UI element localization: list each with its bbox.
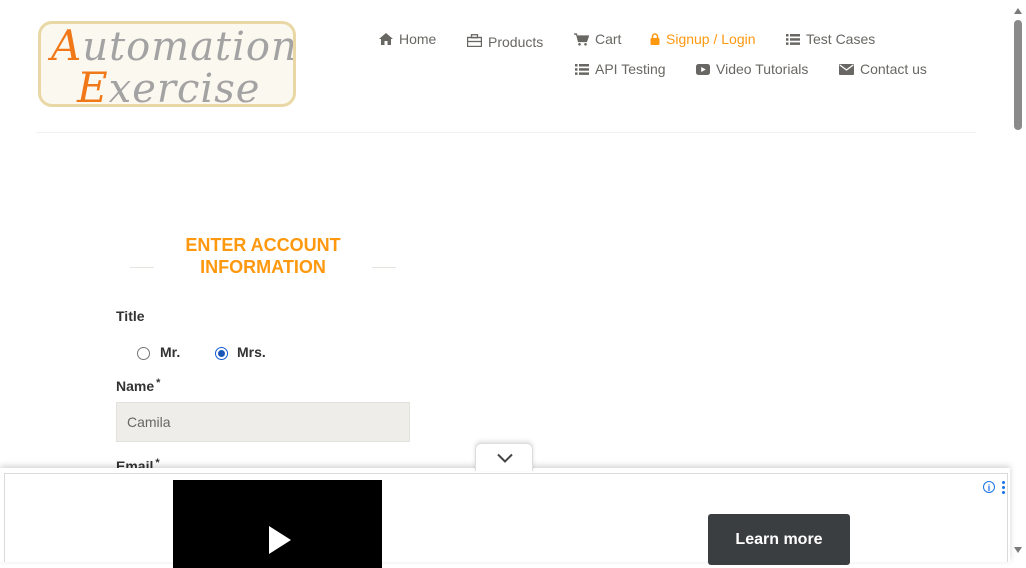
nav-cart-label: Cart bbox=[595, 31, 622, 47]
learn-more-button[interactable]: Learn more bbox=[708, 514, 850, 565]
radio-mr[interactable] bbox=[137, 347, 150, 360]
nav-cart[interactable]: Cart bbox=[574, 31, 621, 47]
nav-signup-login[interactable]: Signup / Login bbox=[650, 31, 756, 47]
nav-home[interactable]: Home bbox=[379, 31, 436, 47]
title-rule-right bbox=[372, 267, 396, 268]
nav-video-tutorials-label: Video Tutorials bbox=[716, 61, 809, 77]
play-icon[interactable] bbox=[269, 526, 291, 554]
nav-products-label: Products bbox=[488, 34, 544, 50]
scroll-up-arrow-icon[interactable] bbox=[1014, 8, 1022, 14]
nav-api-testing[interactable]: API Testing bbox=[575, 61, 666, 77]
ad-collapse-button[interactable] bbox=[475, 443, 533, 471]
ad-menu-icon[interactable] bbox=[1002, 481, 1006, 494]
scrollbar-thumb[interactable] bbox=[1014, 20, 1022, 130]
name-label-text: Name bbox=[116, 378, 155, 394]
products-icon bbox=[467, 34, 482, 47]
youtube-play-icon bbox=[696, 63, 710, 75]
cart-icon bbox=[574, 32, 589, 46]
radio-mrs[interactable] bbox=[215, 347, 228, 360]
logo-line-1: Automation bbox=[51, 21, 296, 70]
logo-line-2: Exercise bbox=[77, 63, 261, 107]
section-title: ENTER ACCOUNT INFORMATION bbox=[150, 234, 376, 278]
list-icon bbox=[786, 33, 800, 45]
header-divider bbox=[36, 132, 976, 133]
section-title-line-1: ENTER ACCOUNT bbox=[185, 235, 341, 255]
chevron-down-icon bbox=[497, 453, 513, 463]
name-label: Name * bbox=[116, 377, 161, 394]
page-scrollbar[interactable] bbox=[1010, 0, 1026, 562]
site-logo[interactable]: Automation Exercise bbox=[38, 21, 296, 107]
radio-mrs-label[interactable]: Mrs. bbox=[237, 344, 266, 360]
section-title-line-2: INFORMATION bbox=[200, 257, 326, 277]
lock-icon bbox=[650, 33, 660, 45]
nav-signup-login-label: Signup / Login bbox=[666, 31, 756, 47]
required-mark: * bbox=[156, 377, 161, 389]
nav-test-cases-label: Test Cases bbox=[806, 31, 876, 47]
nav-api-testing-label: API Testing bbox=[595, 61, 666, 77]
nav-home-label: Home bbox=[399, 31, 437, 47]
nav-contact-us[interactable]: Contact us bbox=[839, 61, 927, 77]
scroll-down-arrow-icon[interactable] bbox=[1014, 547, 1022, 553]
ad-frame: Learn more i bbox=[4, 473, 1008, 568]
nav-products[interactable]: Products bbox=[467, 31, 543, 50]
title-label: Title bbox=[116, 308, 145, 324]
envelope-icon bbox=[839, 63, 854, 75]
home-icon bbox=[379, 33, 393, 45]
list-icon bbox=[575, 63, 589, 75]
nav-contact-us-label: Contact us bbox=[860, 61, 927, 77]
name-input[interactable]: Camila bbox=[116, 402, 410, 442]
ad-banner: Learn more i bbox=[0, 468, 1010, 568]
nav-video-tutorials[interactable]: Video Tutorials bbox=[696, 61, 808, 77]
ad-video[interactable] bbox=[173, 480, 382, 568]
nav-test-cases[interactable]: Test Cases bbox=[786, 31, 875, 47]
ad-info-icon[interactable]: i bbox=[983, 481, 995, 493]
radio-mr-label[interactable]: Mr. bbox=[160, 344, 180, 360]
